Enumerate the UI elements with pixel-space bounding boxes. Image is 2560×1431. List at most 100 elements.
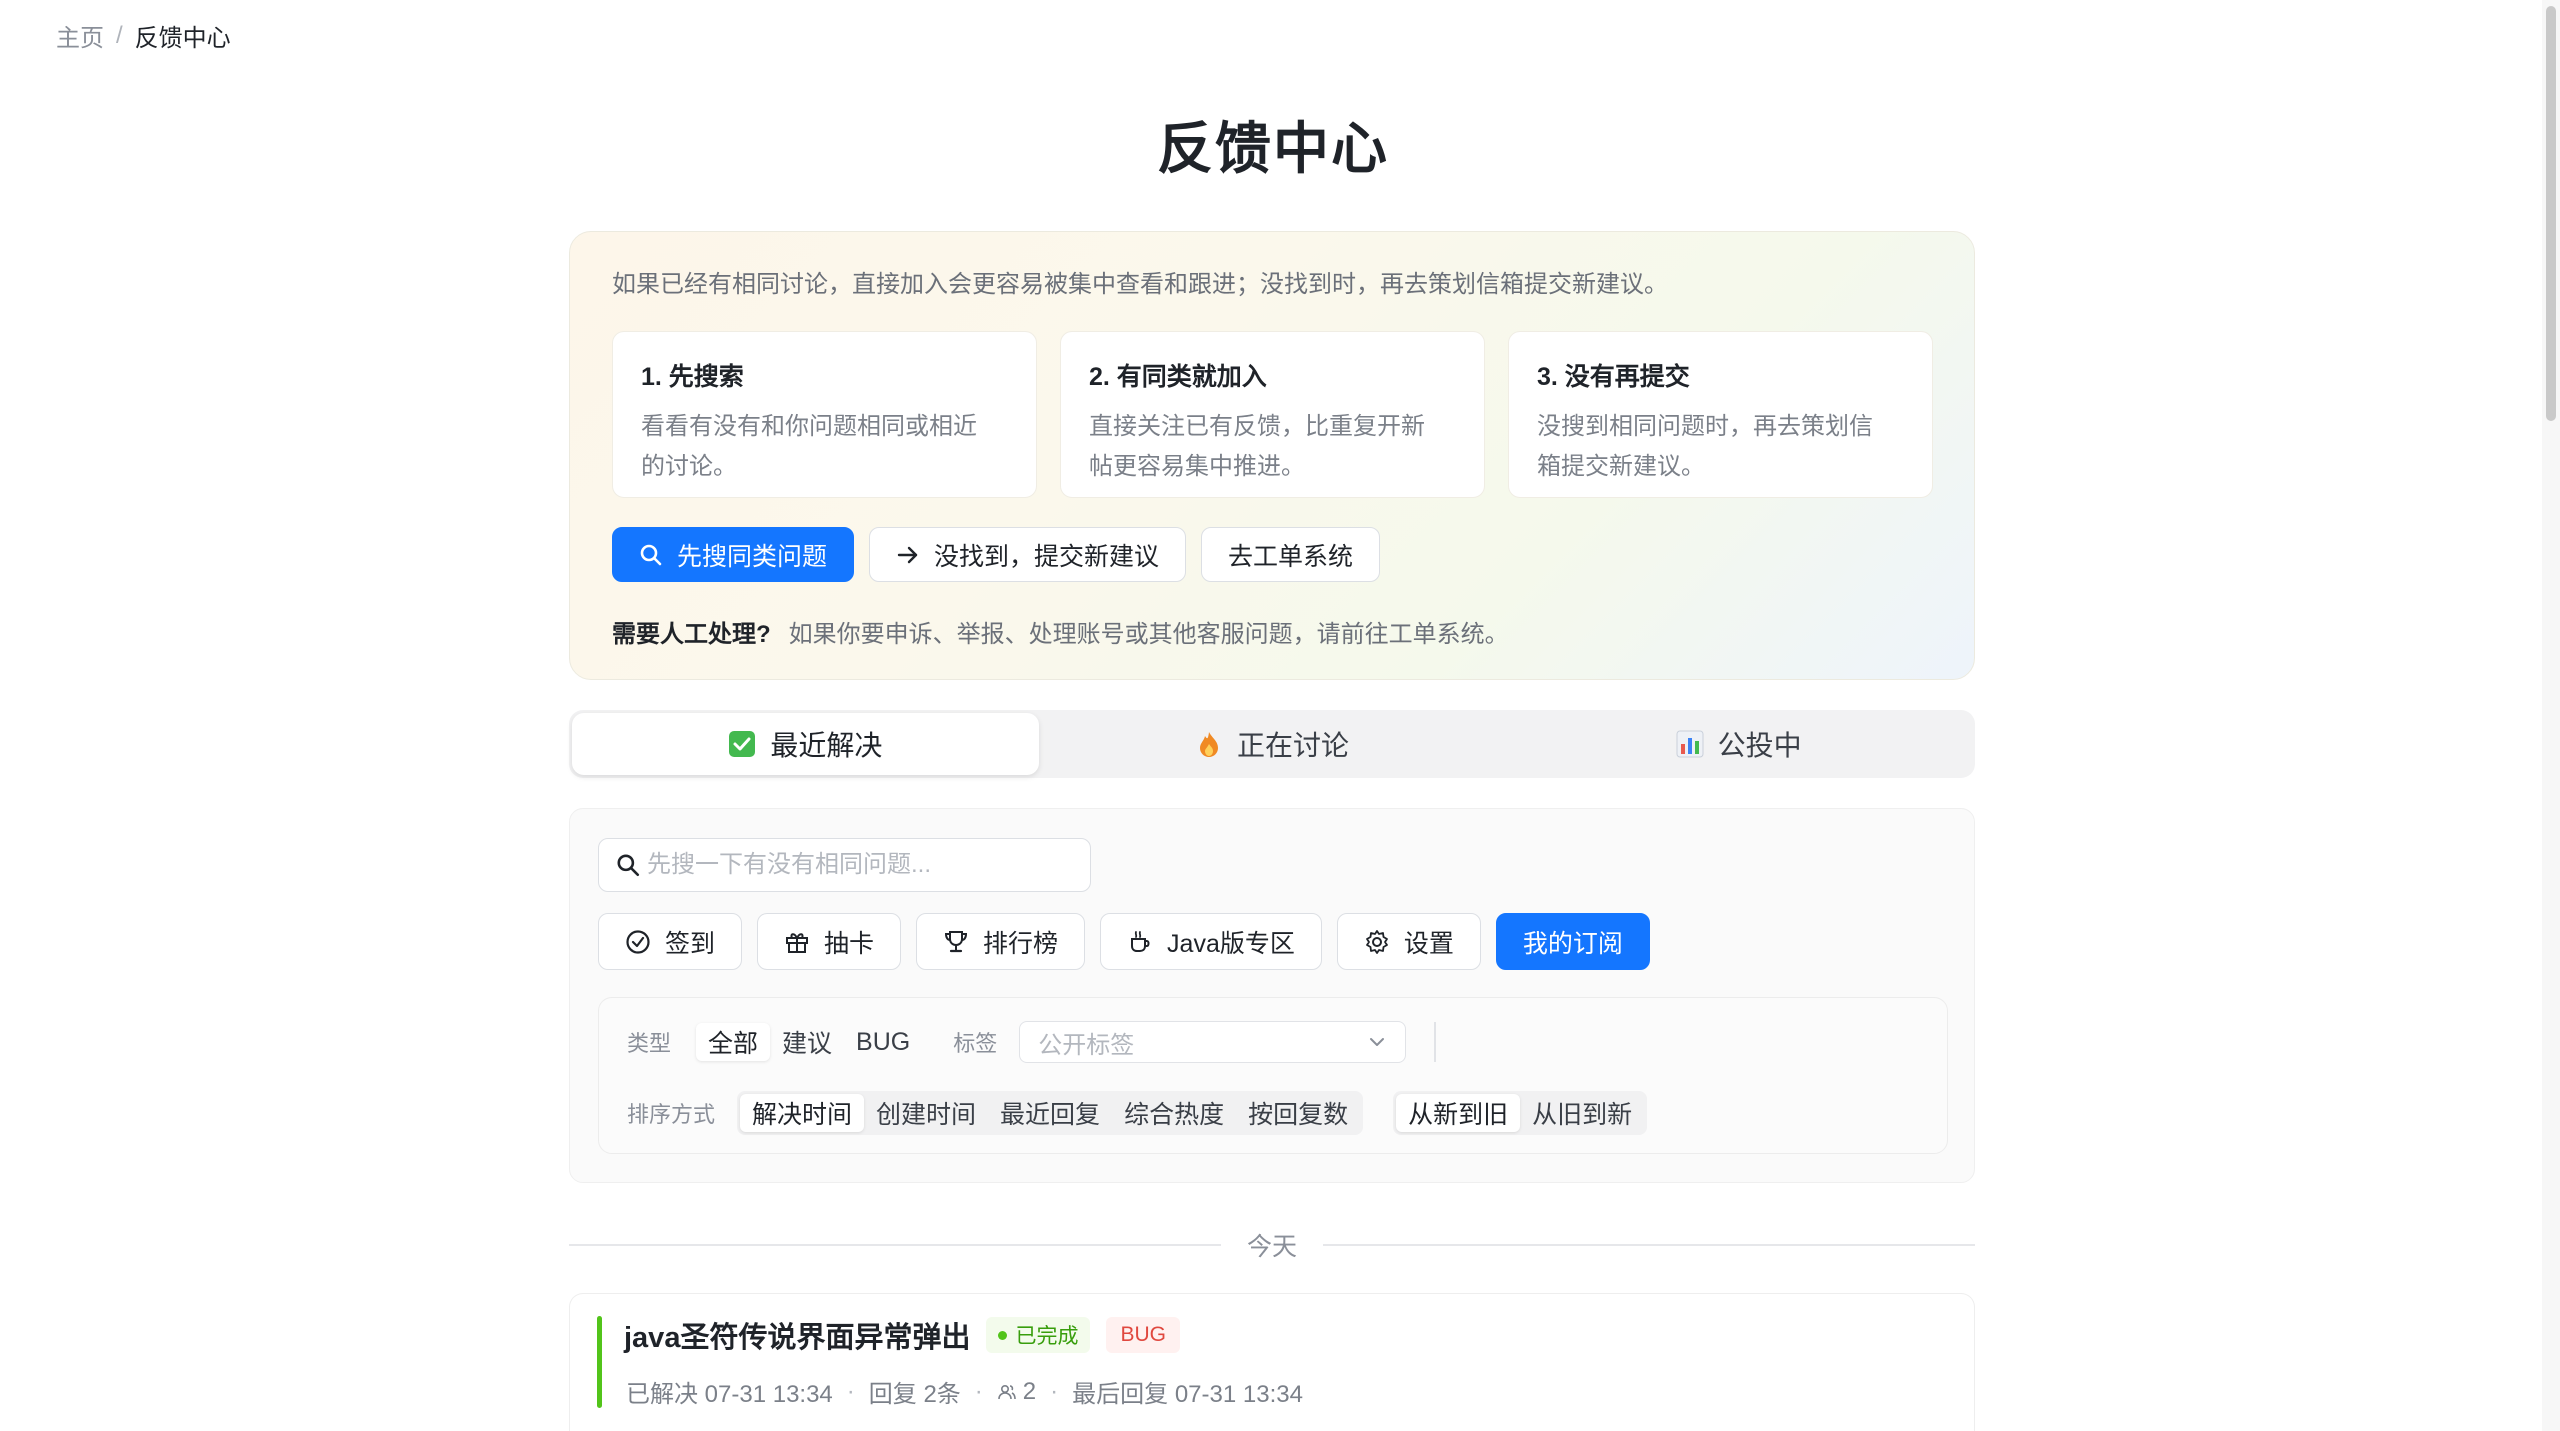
meta-separator: · — [1050, 1377, 1059, 1405]
my-subscriptions-button[interactable]: 我的订阅 — [1495, 913, 1650, 970]
human-support-note: 需要人工处理? 如果你要申诉、举报、处理账号或其他客服问题，请前往工单系统。 — [612, 614, 1509, 649]
sort-filter: 解决时间 创建时间 最近回复 综合热度 按回复数 — [737, 1091, 1364, 1135]
check-box-icon — [729, 731, 756, 757]
type-badge: BUG — [1106, 1317, 1180, 1353]
step-title: 1. 先搜索 — [641, 363, 744, 391]
page-scrollbar[interactable] — [2542, 0, 2560, 1431]
reply-count: 回复 2条 — [868, 1381, 961, 1408]
feedback-meta: 已解决 07-31 13:34 · 回复 2条 · 2 · 最后回复 07-31… — [626, 1374, 1303, 1409]
feedback-title[interactable]: java圣符传说界面异常弹出 — [624, 1314, 970, 1356]
divider-line — [1323, 1244, 1976, 1246]
sort-option-created-time[interactable]: 创建时间 — [864, 1094, 988, 1132]
search-similar-button[interactable]: 先搜同类问题 — [612, 527, 855, 582]
follower-count: 2 — [997, 1378, 1036, 1406]
tab-voting[interactable]: 公投中 — [1505, 713, 1972, 775]
order-option-newest[interactable]: 从新到旧 — [1396, 1094, 1521, 1132]
settings-button[interactable]: 设置 — [1336, 913, 1481, 970]
sort-option-latest-reply[interactable]: 最近回复 — [988, 1094, 1112, 1132]
arrow-right-icon — [897, 546, 918, 563]
type-option-suggestion[interactable]: 建议 — [770, 1023, 844, 1061]
java-zone-button[interactable]: Java版专区 — [1100, 913, 1322, 970]
human-support-title: 需要人工处理? — [612, 621, 771, 648]
step-desc-line: 看看有没有和你问题相同或相近 — [641, 413, 977, 440]
step-desc-line: 直接关注已有反馈，比重复开新 — [1089, 413, 1425, 440]
type-filter-label: 类型 — [627, 1031, 672, 1056]
tag-select[interactable]: 公开标签 — [1019, 1021, 1407, 1063]
type-filter: 全部 建议 BUG — [693, 1020, 925, 1064]
search-icon — [617, 854, 640, 877]
ticket-system-label: 去工单系统 — [1228, 542, 1354, 571]
breadcrumb: 主页 / 反馈中心 — [56, 18, 231, 53]
order-option-oldest[interactable]: 从旧到新 — [1520, 1094, 1644, 1132]
breadcrumb-current: 反馈中心 — [134, 25, 231, 52]
tab-discussing[interactable]: 正在讨论 — [1039, 713, 1506, 775]
step-desc-line: 的讨论。 — [641, 453, 737, 480]
type-option-bug[interactable]: BUG — [844, 1023, 922, 1061]
trophy-icon — [945, 930, 968, 952]
order-filter: 从新到旧 从旧到新 — [1393, 1091, 1648, 1135]
filters-box: 类型 全部 建议 BUG 标签 公开标签 排序方式 解决时间 创建时间 最近回复… — [598, 997, 1948, 1154]
sort-option-reply-count[interactable]: 按回复数 — [1236, 1094, 1360, 1132]
filter-row-type-tag: 类型 全部 建议 BUG 标签 公开标签 — [627, 1020, 1437, 1064]
tab-recently-resolved[interactable]: 最近解决 — [572, 713, 1039, 775]
sort-option-resolved-time[interactable]: 解决时间 — [740, 1094, 865, 1132]
step-card-join: 2. 有同类就加入 直接关注已有反馈，比重复开新 帖更容易集中推进。 — [1060, 331, 1485, 498]
checkin-label: 签到 — [665, 929, 716, 958]
feedback-item[interactable]: java圣符传说界面异常弹出 已完成 BUG 已解决 07-31 13:34 ·… — [569, 1293, 1975, 1431]
step-title: 2. 有同类就加入 — [1089, 363, 1267, 391]
human-support-text: 如果你要申诉、举报、处理账号或其他客服问题，请前往工单系统。 — [788, 621, 1509, 648]
fire-icon — [1200, 732, 1218, 757]
tag-select-placeholder: 公开标签 — [1038, 1031, 1135, 1059]
leaderboard-button[interactable]: 排行榜 — [916, 913, 1086, 970]
step-desc-line: 没搜到相同问题时，再去策划信 — [1537, 413, 1873, 440]
submit-new-label: 没找到，提交新建议 — [934, 542, 1160, 571]
status-badge: 已完成 — [986, 1317, 1091, 1353]
checkin-button[interactable]: 签到 — [598, 913, 743, 970]
sort-filter-label: 排序方式 — [627, 1102, 716, 1127]
search-input[interactable] — [647, 851, 1067, 879]
guide-card: 如果已经有相同讨论，直接加入会更容易被集中查看和跟进；没找到时，再去策划信箱提交… — [569, 231, 1975, 680]
filter-row-sort: 排序方式 解决时间 创建时间 最近回复 综合热度 按回复数 从新到旧 从旧到新 — [627, 1091, 1648, 1135]
status-accent-bar — [597, 1316, 602, 1408]
date-group-divider: 今天 — [569, 1227, 1976, 1263]
follower-count-value: 2 — [1022, 1377, 1037, 1405]
search-similar-label: 先搜同类问题 — [677, 542, 828, 571]
chevron-down-icon — [1370, 1038, 1385, 1046]
tab-label: 最近解决 — [770, 730, 883, 761]
meta-separator: · — [974, 1377, 983, 1405]
guide-steps: 1. 先搜索 看看有没有和你问题相同或相近 的讨论。 2. 有同类就加入 直接关… — [612, 331, 1933, 498]
status-dot-icon — [998, 1330, 1008, 1340]
draw-card-button[interactable]: 抽卡 — [757, 913, 902, 970]
guide-actions: 先搜同类问题 没找到，提交新建议 去工单系统 — [612, 527, 1381, 582]
type-option-all[interactable]: 全部 — [696, 1023, 771, 1061]
sort-option-hotness[interactable]: 综合热度 — [1112, 1094, 1236, 1132]
step-title: 3. 没有再提交 — [1537, 363, 1690, 391]
search-box — [598, 838, 1091, 892]
step-desc: 没搜到相同问题时，再去策划信 箱提交新建议。 — [1537, 407, 1904, 487]
breadcrumb-home-link[interactable]: 主页 — [56, 18, 104, 53]
status-badge-label: 已完成 — [1015, 1325, 1079, 1348]
divider-line — [569, 1244, 1221, 1246]
last-reply-time: 最后回复 07-31 13:34 — [1072, 1381, 1303, 1408]
scrollbar-thumb[interactable] — [2546, 6, 2556, 421]
breadcrumb-separator: / — [116, 21, 123, 49]
submit-new-button[interactable]: 没找到，提交新建议 — [869, 527, 1187, 582]
tab-label: 公投中 — [1717, 730, 1802, 761]
toolbar: 签到 抽卡 排行榜 Java版专区 设置 我的订阅 — [598, 913, 1650, 970]
filter-divider — [1434, 1022, 1437, 1062]
leaderboard-label: 排行榜 — [983, 929, 1059, 958]
tag-filter-label: 标签 — [953, 1031, 998, 1056]
check-circle-icon — [626, 929, 650, 954]
date-group-label: 今天 — [1247, 1233, 1298, 1261]
users-icon — [997, 1384, 1016, 1399]
feedback-title-row: java圣符传说界面异常弹出 已完成 BUG — [624, 1314, 1180, 1356]
ticket-system-button[interactable]: 去工单系统 — [1201, 527, 1381, 582]
step-card-search: 1. 先搜索 看看有没有和你问题相同或相近 的讨论。 — [612, 331, 1037, 498]
step-desc-line: 帖更容易集中推进。 — [1089, 453, 1305, 480]
step-desc-line: 箱提交新建议。 — [1537, 453, 1705, 480]
meta-separator: · — [846, 1377, 855, 1405]
settings-label: 设置 — [1403, 929, 1454, 958]
resolved-time: 已解决 07-31 13:34 — [626, 1381, 833, 1408]
step-desc: 直接关注已有反馈，比重复开新 帖更容易集中推进。 — [1089, 407, 1456, 487]
feed-tabs: 最近解决 正在讨论 公投中 — [569, 710, 1975, 778]
